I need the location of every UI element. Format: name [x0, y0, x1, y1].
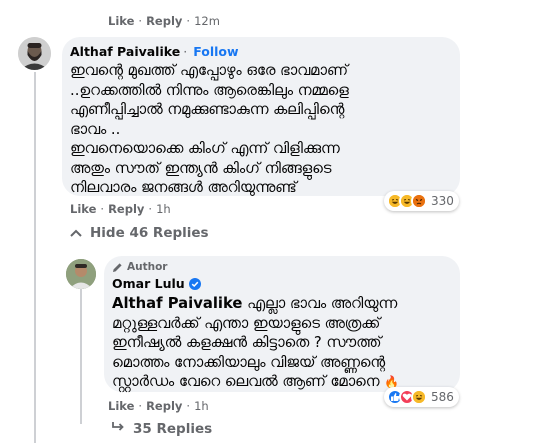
comment-reaction-count: 330: [431, 194, 454, 208]
hide-replies-toggle[interactable]: Hide 46 Replies: [70, 225, 209, 241]
separator: ·: [186, 399, 191, 413]
comment-reply-link[interactable]: Reply: [108, 202, 144, 216]
comment-text: ഇവന്റെ മുഖത്ത് എപ്പോഴും ഒരേ ഭാവമാണ് ..ഉറ…: [70, 61, 448, 198]
separator: ·: [138, 399, 143, 413]
comment-reactions[interactable]: 330: [384, 191, 459, 211]
reply-reactions[interactable]: 586: [384, 387, 459, 407]
reply-actions: Like · Reply · 1h: [108, 399, 209, 413]
comment-bubble: Althaf Paivalike · Follow ഇവന്റെ മുഖത്ത്…: [62, 37, 460, 196]
more-replies-label: 35 Replies: [133, 421, 213, 437]
comment-line: ഇവന്റെ മുഖത്ത് എപ്പോഴും ഒരേ ഭാവമാണ്: [70, 62, 348, 79]
reply-line-text: എല്ലാ ഭാവം അറിയുന്ന: [242, 295, 398, 312]
comment-line: ..ഉറക്കത്തിൽ നിന്നും ആരെങ്കിലും നമ്മളെ: [70, 81, 349, 99]
thread-line-reply: [80, 284, 82, 424]
reply-mention[interactable]: Althaf Paivalike: [112, 295, 242, 312]
avatar-image: [18, 37, 51, 70]
comment-author-name[interactable]: Althaf Paivalike: [70, 44, 180, 59]
comment-line: അതും സൗത് ഇന്ത്യൻ കിംഗ് നിങ്ങളുടെ: [70, 159, 332, 177]
pen-icon: [112, 262, 123, 273]
separator: ·: [183, 44, 188, 59]
reply-reaction-count: 586: [431, 390, 454, 404]
angry-reaction-icon: [411, 193, 427, 209]
avatar-image: [66, 259, 96, 289]
reply-bubble: Author Omar Lulu Althaf Paivalike എല്ലാ …: [104, 256, 460, 392]
haha-reaction-icon: [411, 389, 427, 405]
reply-arrow-icon: [111, 421, 125, 437]
reply-line: മൊത്തം നോക്കിയാലും വിജയ് അണ്ണന്റെ: [112, 353, 385, 371]
reply-reply-link[interactable]: Reply: [146, 399, 182, 413]
top-reply-link[interactable]: Reply: [146, 14, 182, 28]
reply-text: Althaf Paivalike എല്ലാ ഭാവം അറിയുന്ന മറ്…: [112, 294, 450, 393]
top-comment-actions: Like · Reply · 12m: [108, 14, 220, 28]
separator: ·: [138, 14, 143, 28]
comment-actions: Like · Reply · 1h: [70, 202, 171, 216]
comment-timestamp[interactable]: 1h: [156, 202, 171, 216]
separator: ·: [148, 202, 153, 216]
reply-author-row: Omar Lulu: [112, 276, 450, 291]
thread-line-left: [34, 72, 36, 443]
verified-badge-icon: [188, 277, 201, 290]
top-timestamp[interactable]: 12m: [194, 14, 220, 28]
reply-author-name[interactable]: Omar Lulu: [112, 276, 185, 291]
reply-line: ഇനീഷ്യൽ കളക്ഷൻ കിട്ടാതെ ? സൗത്ത്: [112, 334, 382, 351]
comment-line: ഇവനെയൊക്കെ കിംഗ് എന്ന് വിളിക്കുന്ന: [70, 140, 340, 157]
chevron-up-icon: [70, 226, 82, 241]
author-badge: Author: [112, 261, 450, 273]
view-more-replies[interactable]: 35 Replies: [111, 421, 212, 437]
comment-like-link[interactable]: Like: [70, 202, 96, 216]
separator: ·: [186, 14, 191, 28]
avatar-althaf[interactable]: [18, 37, 51, 70]
follow-button[interactable]: Follow: [193, 44, 238, 59]
comment-line: എണീപ്പിച്ചാൽ നമുക്കുണ്ടാകുന്ന കലിപ്പിന്റ…: [70, 101, 345, 118]
comment-author-row: Althaf Paivalike · Follow: [70, 44, 448, 59]
author-badge-label: Author: [127, 261, 168, 273]
reply-timestamp[interactable]: 1h: [194, 399, 209, 413]
top-like-link[interactable]: Like: [108, 14, 134, 28]
reply-like-link[interactable]: Like: [108, 399, 134, 413]
separator: ·: [100, 202, 105, 216]
reply-line: Althaf Paivalike എല്ലാ ഭാവം അറിയുന്ന: [112, 294, 450, 314]
avatar-omar[interactable]: [66, 259, 96, 289]
hide-replies-label: Hide 46 Replies: [90, 225, 209, 241]
comment-line: ഭാവം ..: [70, 120, 121, 138]
reply-line-text: സ്റ്റാർഡം വേറെ ലെവൽ ആണ് മോനെ: [112, 373, 380, 390]
reply-line: മറ്റുള്ളവർക്ക് എന്താ ഇയാളുടെ അത്രക്ക്: [112, 314, 381, 332]
